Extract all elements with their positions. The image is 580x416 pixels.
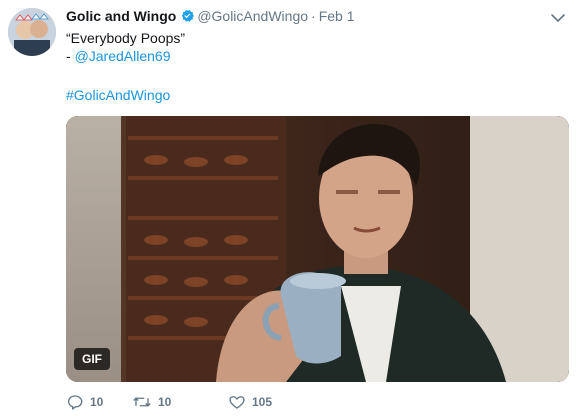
gif-badge: GIF: [74, 348, 110, 370]
separator-dot: ·: [311, 8, 316, 24]
tweet[interactable]: Golic and Wingo @GolicAndWingo · Feb 1 “Eve…: [0, 0, 580, 416]
mention-link[interactable]: @JaredAllen69: [75, 48, 171, 64]
reply-count: 10: [90, 395, 104, 409]
gif-frame: [66, 116, 569, 382]
hashtag-link[interactable]: #GolicAndWingo: [66, 86, 170, 104]
verified-icon: [180, 8, 195, 26]
like-button[interactable]: 105: [228, 393, 272, 411]
tweet-text-quote: “Everybody Poops”: [66, 30, 186, 46]
credit-prefix: -: [66, 48, 75, 64]
reply-button[interactable]: 10: [66, 393, 103, 411]
tweet-text-credit: - @JaredAllen69: [66, 47, 171, 65]
like-icon: [228, 393, 246, 411]
like-count: 105: [252, 395, 273, 409]
retweet-button[interactable]: 10: [132, 393, 171, 411]
gif-media[interactable]: GIF: [66, 116, 569, 382]
tweet-header: Golic and Wingo @GolicAndWingo · Feb 1: [66, 8, 355, 26]
reply-icon: [66, 393, 84, 411]
author-handle[interactable]: @GolicAndWingo: [197, 8, 308, 24]
avatar[interactable]: [8, 8, 56, 56]
tweet-date[interactable]: Feb 1: [319, 8, 355, 24]
retweet-count: 10: [158, 395, 172, 409]
chevron-down-icon[interactable]: [550, 10, 566, 26]
author-name[interactable]: Golic and Wingo: [66, 8, 176, 24]
retweet-icon: [132, 393, 152, 411]
